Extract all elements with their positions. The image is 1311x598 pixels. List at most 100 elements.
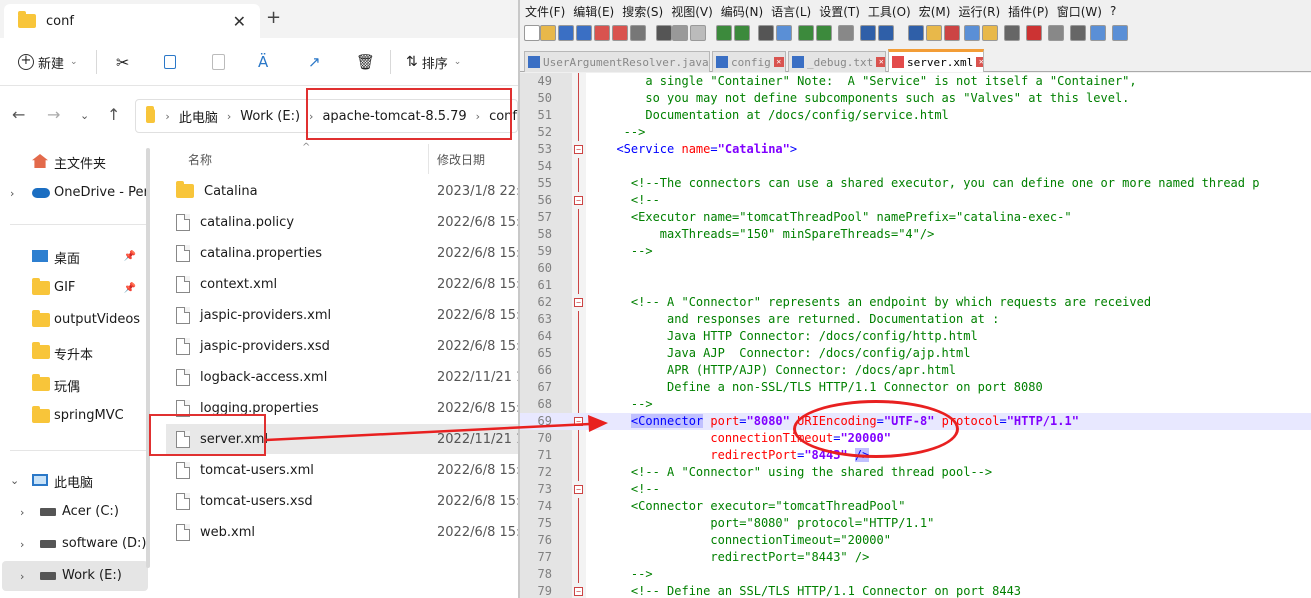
sidebar-item-zhuanshengben[interactable]: 专升本 xyxy=(0,337,146,367)
code-line[interactable]: 59 --> xyxy=(520,243,1311,260)
sidebar-item-springmvc[interactable]: springMVC xyxy=(0,401,146,431)
copy-icon[interactable] xyxy=(672,25,688,41)
chevron-down-icon[interactable]: ⌄ xyxy=(10,474,19,487)
breadcrumb-work-drive[interactable]: Work (E:) xyxy=(240,109,300,124)
menu-item[interactable]: 工具(O) xyxy=(868,3,911,20)
code-line[interactable]: 57 <Executor name="tomcatThreadPool" nam… xyxy=(520,209,1311,226)
save-icon[interactable] xyxy=(558,25,574,41)
chevron-right-icon[interactable]: › xyxy=(20,506,24,519)
sidebar-item-software-d[interactable]: › software (D:) xyxy=(0,529,147,559)
sync-scroll-icon[interactable] xyxy=(838,25,854,41)
code-line[interactable]: 78 --> xyxy=(520,566,1311,583)
sidebar-scrollbar[interactable] xyxy=(146,148,150,568)
up-icon[interactable]: ↑ xyxy=(107,105,120,124)
file-row-catalina-policy[interactable]: catalina.policy 2022/6/8 15:0 xyxy=(166,207,518,237)
sidebar-item-gif[interactable]: GIF 📌 xyxy=(0,273,146,303)
paste-icon[interactable] xyxy=(690,25,706,41)
column-name[interactable]: 名称 xyxy=(188,151,212,168)
record-macro-icon[interactable] xyxy=(1026,25,1042,41)
copy-icon[interactable] xyxy=(164,50,176,74)
redo-icon[interactable] xyxy=(734,25,750,41)
run-macro-icon[interactable] xyxy=(1090,25,1106,41)
show-all-chars-icon[interactable] xyxy=(878,25,894,41)
close-icon[interactable] xyxy=(594,25,610,41)
file-row-tomcat-users-xsd[interactable]: tomcat-users.xsd 2022/6/8 15:0 xyxy=(166,486,518,516)
code-line[interactable]: 77 redirectPort="8443" /> xyxy=(520,549,1311,566)
file-row-logback-access-xml[interactable]: logback-access.xml 2022/11/21 1: xyxy=(166,362,518,392)
sidebar-item-wanou[interactable]: 玩偶 xyxy=(0,369,146,399)
chevron-right-icon[interactable]: › xyxy=(20,538,24,551)
code-line[interactable]: 55 <!--The connectors can use a shared e… xyxy=(520,175,1311,192)
find-icon[interactable] xyxy=(758,25,774,41)
code-line[interactable]: 74 <Connector executor="tomcatThreadPool… xyxy=(520,498,1311,515)
code-line[interactable]: 54 xyxy=(520,158,1311,175)
tab-config[interactable]: config ✕ xyxy=(712,51,786,72)
fold-toggle-icon[interactable]: − xyxy=(574,417,583,426)
new-button[interactable]: + 新建 ⌄ xyxy=(18,50,78,74)
file-row-jaspic-providers-xml[interactable]: jaspic-providers.xml 2022/6/8 15:0 xyxy=(166,300,518,330)
sidebar-item-outputvideos[interactable]: outputVideos xyxy=(0,305,146,335)
menu-item[interactable]: 设置(T) xyxy=(819,3,860,20)
menu-item[interactable]: ? xyxy=(1110,4,1116,18)
back-icon[interactable]: ← xyxy=(12,105,25,124)
menu-item[interactable]: 编辑(E) xyxy=(573,3,614,20)
sidebar-item-this-pc[interactable]: ⌄ 此电脑 xyxy=(0,465,146,495)
file-row-tomcat-users-xml[interactable]: tomcat-users.xml 2022/6/8 15:0 xyxy=(166,455,518,485)
close-all-icon[interactable] xyxy=(612,25,628,41)
explorer-tab[interactable]: conf ✕ xyxy=(4,4,260,38)
menu-item[interactable]: 运行(R) xyxy=(958,3,1000,20)
monitor-icon[interactable] xyxy=(1004,25,1020,41)
close-tab-icon[interactable]: ✕ xyxy=(233,12,246,31)
sidebar-item-home[interactable]: 主文件夹 xyxy=(0,146,146,176)
code-line[interactable]: 58 maxThreads="150" minSpareThreads="4"/… xyxy=(520,226,1311,243)
menu-item[interactable]: 宏(M) xyxy=(919,3,951,20)
file-row-catalina-properties[interactable]: catalina.properties 2022/6/8 15:0 xyxy=(166,238,518,268)
cut-icon[interactable] xyxy=(656,25,672,41)
language-icon[interactable] xyxy=(926,25,942,41)
close-icon[interactable]: ✕ xyxy=(876,57,885,67)
code-line[interactable]: 66 APR (HTTP/AJP) Connector: /docs/apr.h… xyxy=(520,362,1311,379)
replace-icon[interactable] xyxy=(776,25,792,41)
undo-icon[interactable] xyxy=(716,25,732,41)
code-line[interactable]: 67 Define a non-SSL/TLS HTTP/1.1 Connect… xyxy=(520,379,1311,396)
sidebar-item-acer-c[interactable]: › Acer (C:) xyxy=(0,497,146,527)
folder-workspace-icon[interactable] xyxy=(982,25,998,41)
file-row-context-xml[interactable]: context.xml 2022/6/8 15:0 xyxy=(166,269,518,299)
code-line[interactable]: 75 port="8080" protocol="HTTP/1.1" xyxy=(520,515,1311,532)
code-line[interactable]: 76 connectionTimeout="20000" xyxy=(520,532,1311,549)
close-icon[interactable]: ✕ xyxy=(976,57,983,67)
fold-toggle-icon[interactable]: − xyxy=(574,298,583,307)
forward-icon[interactable]: → xyxy=(47,105,60,124)
indent-guide-icon[interactable] xyxy=(908,25,924,41)
menu-item[interactable]: 视图(V) xyxy=(671,3,713,20)
code-line[interactable]: 50 so you may not define subcomponents s… xyxy=(520,90,1311,107)
playback-icon[interactable] xyxy=(1070,25,1086,41)
cut-icon[interactable]: ✂ xyxy=(116,50,129,74)
code-line[interactable]: 52 --> xyxy=(520,124,1311,141)
open-file-icon[interactable] xyxy=(540,25,556,41)
code-line[interactable]: 63 and responses are returned. Documenta… xyxy=(520,311,1311,328)
zoom-in-icon[interactable] xyxy=(798,25,814,41)
column-modified[interactable]: 修改日期 xyxy=(437,151,485,168)
function-list-icon[interactable] xyxy=(964,25,980,41)
code-line[interactable]: 60 xyxy=(520,260,1311,277)
code-line[interactable]: 79 − <!-- Define an SSL/TLS HTTP/1.1 Conn… xyxy=(520,583,1311,598)
share-icon[interactable]: ↗ xyxy=(308,50,321,74)
file-row-jaspic-providers-xsd[interactable]: jaspic-providers.xsd 2022/6/8 15:0 xyxy=(166,331,518,361)
fold-toggle-icon[interactable]: − xyxy=(574,485,583,494)
save-all-icon[interactable] xyxy=(576,25,592,41)
close-icon[interactable]: ✕ xyxy=(773,57,784,67)
tab-userargumentresolver[interactable]: UserArgumentResolver.java ✕ xyxy=(524,51,710,72)
recent-dropdown-icon[interactable]: ⌄ xyxy=(80,109,89,122)
save-macro-icon[interactable] xyxy=(1112,25,1128,41)
stop-record-icon[interactable] xyxy=(1048,25,1064,41)
code-editor[interactable]: 49 a single "Container" Note: A "Service… xyxy=(520,73,1311,598)
sidebar-item-desktop[interactable]: 桌面 📌 xyxy=(0,241,146,271)
word-wrap-icon[interactable] xyxy=(860,25,876,41)
code-line[interactable]: 64 Java HTTP Connector: /docs/config/htt… xyxy=(520,328,1311,345)
fold-toggle-icon[interactable]: − xyxy=(574,587,583,596)
sidebar-item-work-e[interactable]: › Work (E:) xyxy=(2,561,148,591)
tab-server-xml[interactable]: server.xml ✕ xyxy=(888,49,984,72)
menu-item[interactable]: 搜索(S) xyxy=(622,3,663,20)
new-file-icon[interactable] xyxy=(524,25,540,41)
